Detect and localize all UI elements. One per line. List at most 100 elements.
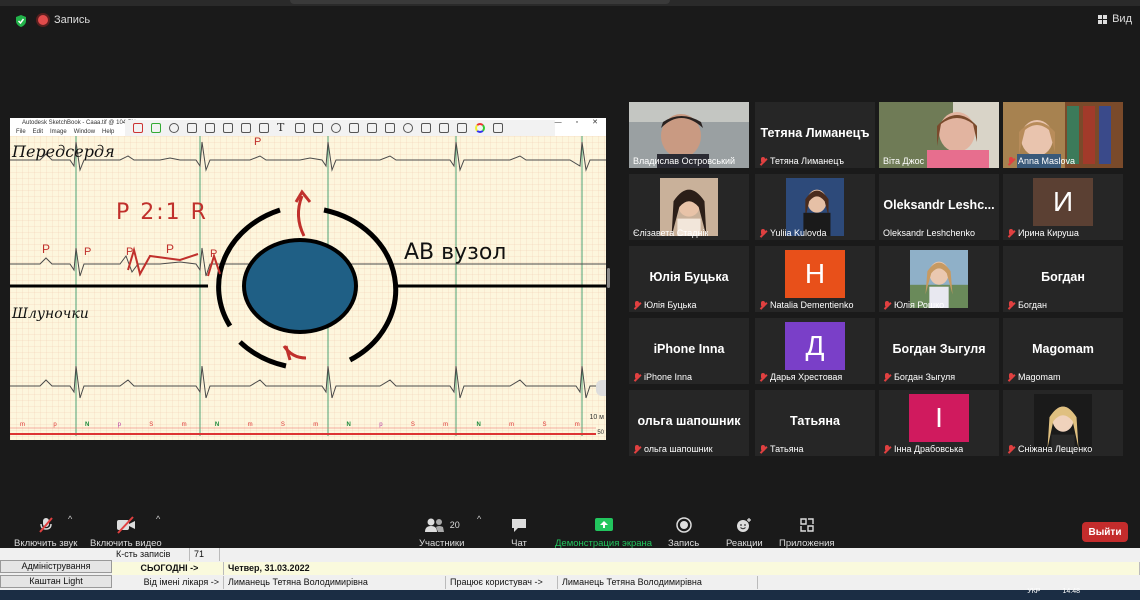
participants-count: 20 — [449, 520, 460, 530]
zoom-icon[interactable] — [169, 123, 179, 133]
menu-file[interactable]: File — [16, 128, 26, 136]
share-screen-button[interactable]: Демонстрация экрана — [555, 516, 652, 549]
move-icon[interactable] — [223, 123, 233, 133]
audio-options-caret[interactable]: ^ — [68, 514, 72, 524]
maximize-button[interactable]: ▫ — [576, 118, 578, 128]
color-wheel-icon[interactable] — [475, 123, 485, 133]
crop-icon[interactable] — [205, 123, 215, 133]
brush-icon[interactable] — [421, 123, 431, 133]
participant-tile[interactable]: Татьяна Татьяна — [755, 390, 875, 456]
line-icon[interactable] — [367, 123, 377, 133]
user-label: Працює користувач -> — [446, 576, 558, 589]
mic-muted-icon — [883, 444, 891, 454]
redo-icon[interactable] — [151, 123, 161, 133]
record-count-label: К-сть записів — [112, 548, 190, 561]
hand-icon[interactable] — [439, 123, 449, 133]
clock[interactable]: 14:48 — [1062, 588, 1080, 595]
participant-tile[interactable]: Anna Maslova — [1003, 102, 1123, 168]
participant-tile[interactable]: Oleksandr Leshc... Oleksandr Leshchenko — [879, 174, 999, 240]
participant-name-display: Magomam — [1032, 342, 1094, 356]
participant-name-display: Юлія Буцька — [649, 270, 729, 284]
kashtan-light-button[interactable]: Каштан Light — [0, 575, 112, 588]
shared-screen[interactable]: Autodesk SketchBook - Сaaa.tif @ 104,5% … — [10, 118, 606, 440]
split-divider[interactable] — [607, 268, 610, 288]
participant-label: ольга шапошник — [633, 444, 713, 454]
participant-tile[interactable]: H Natalia Dementienko — [755, 246, 875, 312]
participant-tile[interactable]: Єлізавета Стаднік — [629, 174, 749, 240]
participant-label: Богдан — [1007, 300, 1047, 310]
leave-meeting-button[interactable]: Выйти — [1082, 522, 1128, 542]
record-button[interactable]: Запись — [668, 516, 699, 549]
scale-mark: p — [53, 422, 57, 428]
symmetry-icon[interactable] — [331, 123, 341, 133]
menu-window[interactable]: Window — [74, 128, 95, 136]
perspective-icon[interactable] — [349, 123, 359, 133]
chat-button[interactable]: Чат — [510, 516, 528, 549]
participants-options-caret[interactable]: ^ — [477, 514, 481, 524]
menu-edit[interactable]: Edit — [33, 128, 43, 136]
user-value[interactable]: Лиманець Тетяна Володимирівна — [558, 576, 758, 589]
participant-tile[interactable]: Богдан Зыгуля Богдан Зыгуля — [879, 318, 999, 384]
participant-tile[interactable]: Yuliia Kulovda — [755, 174, 875, 240]
scale-mark: m — [181, 422, 187, 428]
pencil-icon[interactable] — [457, 123, 467, 133]
annotation-atria: Передсердя — [12, 142, 115, 161]
ruler-icon[interactable] — [295, 123, 305, 133]
today-value: Четвер, 31.03.2022 — [224, 562, 1140, 575]
participant-label: iPhone Inna — [633, 372, 692, 382]
participant-name-display: ольга шапошник — [637, 414, 741, 428]
mic-muted-icon — [1007, 228, 1015, 238]
participants-button[interactable]: 20 Участники — [419, 516, 464, 549]
doctor-value[interactable]: Лиманець Тетяна Володимирівна — [224, 576, 446, 589]
scale-mark: m — [20, 422, 25, 428]
canvas-scroll-handle[interactable] — [596, 380, 606, 396]
scale-mark: S — [149, 422, 154, 428]
recording-indicator[interactable]: Запись — [38, 14, 90, 26]
menu-help[interactable]: Help — [102, 128, 114, 136]
participant-tile[interactable]: Д Дарья Хрестовая — [755, 318, 875, 384]
select-icon[interactable] — [187, 123, 197, 133]
participant-initial-avatar: H — [785, 250, 845, 298]
administration-button[interactable]: Адміністрування — [0, 560, 112, 573]
participant-tile[interactable]: iPhone Inna iPhone Inna — [629, 318, 749, 384]
fill-icon[interactable] — [259, 123, 269, 133]
participant-tile[interactable]: Тетяна Лиманецъ Тетяна Лиманецъ — [755, 102, 875, 168]
view-button[interactable]: Вид — [1098, 13, 1132, 25]
participant-tile[interactable]: Богдан Богдан — [1003, 246, 1123, 312]
participant-tile[interactable]: ольга шапошник ольга шапошник — [629, 390, 749, 456]
apps-button[interactable]: Приложения — [779, 516, 835, 549]
scale-mark: N — [214, 422, 220, 428]
layers-icon[interactable] — [493, 123, 503, 133]
participant-tile[interactable]: Владислав Островський — [629, 102, 749, 168]
ellipse-icon[interactable] — [313, 123, 323, 133]
minimize-button[interactable]: — — [555, 118, 562, 128]
close-button[interactable]: ✕ — [592, 118, 598, 128]
participant-tile[interactable]: Сніжана Лещенко — [1003, 390, 1123, 456]
participant-tile[interactable]: І Інна Драбовська — [879, 390, 999, 456]
drawing-canvas[interactable]: Передсердя P 2:1 R AB вузол Шлуночки P P… — [10, 136, 606, 440]
video-options-caret[interactable]: ^ — [156, 514, 160, 524]
menu-image[interactable]: Image — [50, 128, 67, 136]
participant-tile[interactable]: Юлія Буцька Юлія Буцька — [629, 246, 749, 312]
participant-tile[interactable]: Magomam Magomam — [1003, 318, 1123, 384]
circle-shape-icon[interactable] — [403, 123, 413, 133]
curve-icon[interactable] — [385, 123, 395, 133]
mic-muted-icon — [759, 444, 767, 454]
start-video-button[interactable]: Включить видео — [90, 516, 162, 549]
p-wave-label: P — [84, 246, 92, 258]
transform-icon[interactable] — [241, 123, 251, 133]
reactions-button[interactable]: Реакции — [726, 516, 763, 549]
recording-label: Запись — [54, 14, 91, 26]
annotation-ventricles: Шлуночки — [12, 306, 89, 322]
security-shield-icon[interactable] — [14, 14, 28, 28]
participant-tile[interactable]: Віта Джос — [879, 102, 999, 168]
participant-tile[interactable]: И Ирина Кируша — [1003, 174, 1123, 240]
participant-tile[interactable]: Юлія Рошко — [879, 246, 999, 312]
scale-mark: m — [443, 422, 449, 428]
language-indicator[interactable]: УКР — [1027, 588, 1040, 595]
undo-icon[interactable] — [133, 123, 143, 133]
mic-muted-icon — [1007, 444, 1015, 454]
text-tool-icon[interactable]: T — [277, 122, 287, 133]
p-wave-label: P — [42, 242, 51, 256]
doctor-label: Від імені лікаря -> — [112, 576, 224, 589]
